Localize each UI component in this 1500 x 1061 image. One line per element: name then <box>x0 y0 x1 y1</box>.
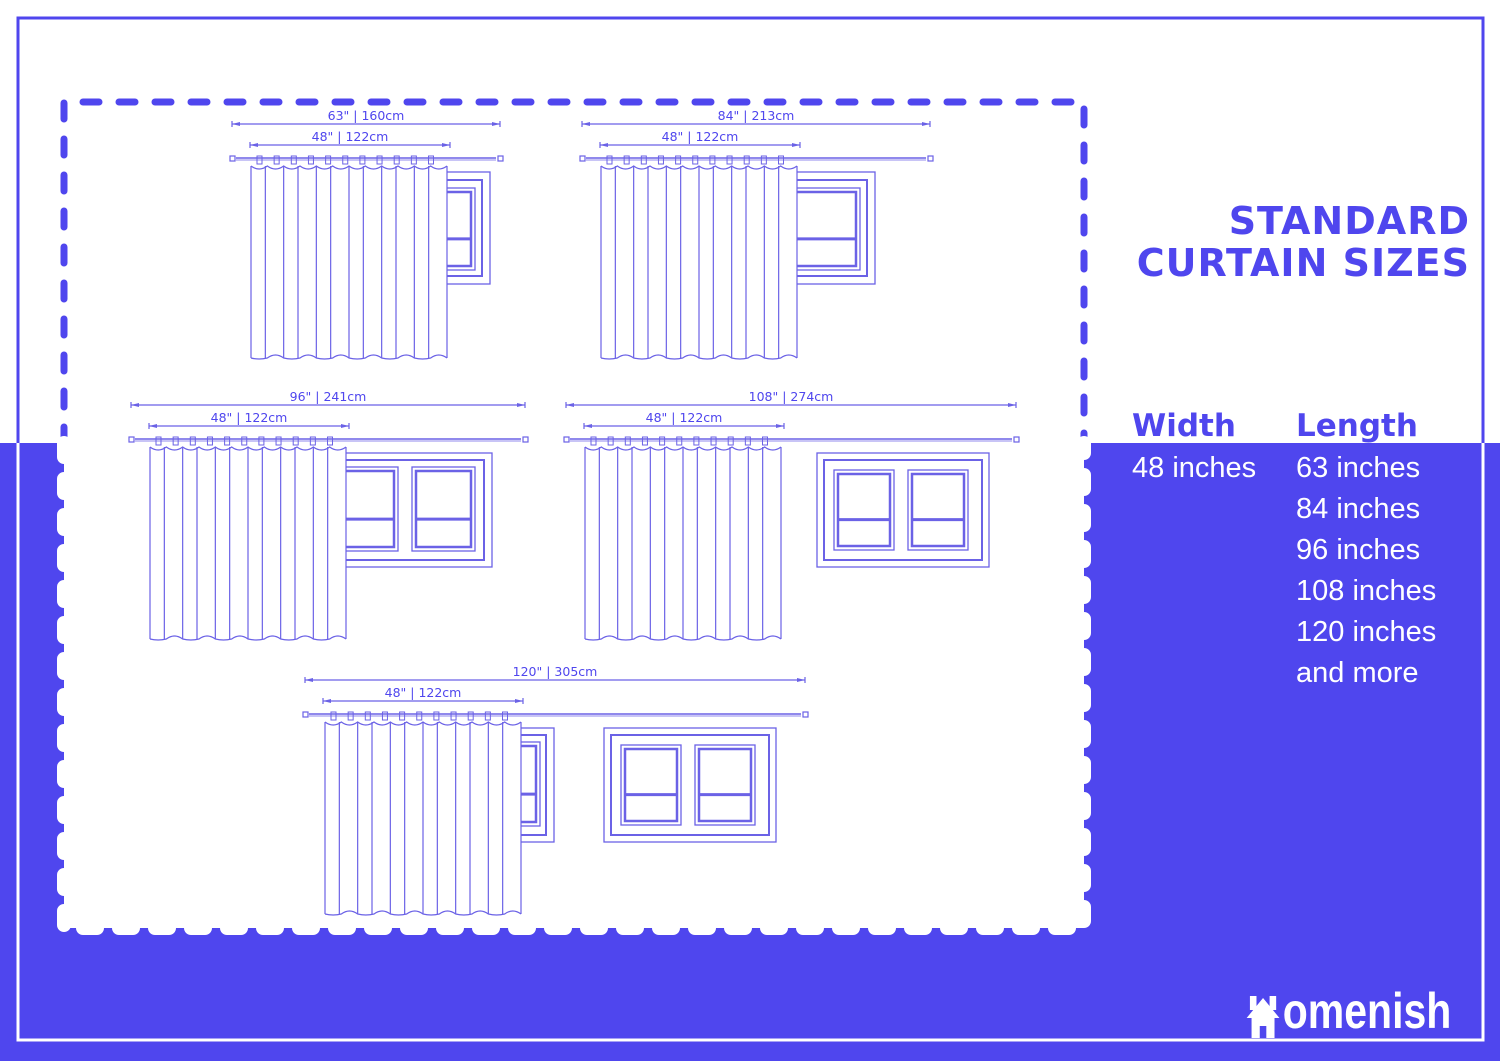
title-line-1: STANDARD <box>1228 199 1470 243</box>
background-layout: 63" | 160cm 48" | 122cm 84" | 213cm 48" | 1… <box>0 16 1500 1061</box>
rod-dimension-label: 96" | 241cm <box>290 389 367 404</box>
length-value: 108 inches <box>1296 575 1437 607</box>
panel-dimension-label: 48" | 122cm <box>211 410 288 425</box>
house-icon <box>1246 996 1280 1038</box>
width-values: 48 inches <box>1132 448 1256 489</box>
panel-dimension-label: 48" | 122cm <box>312 129 389 144</box>
title-line-2: CURTAIN SIZES <box>1136 241 1470 285</box>
panel-dimension-label: 48" | 122cm <box>662 129 739 144</box>
length-value: 63 inches <box>1296 452 1421 484</box>
rod-dimension-label: 63" | 160cm <box>328 108 405 123</box>
length-value: and more <box>1296 657 1419 689</box>
rod-dimension-label: 108" | 274cm <box>749 389 834 404</box>
length-values: 63 inches 84 inches 96 inches 108 inches… <box>1296 448 1436 694</box>
rod-dimension-label: 84" | 213cm <box>718 108 795 123</box>
brand-logo: omenish <box>1245 982 1451 1040</box>
length-value: 120 inches <box>1296 616 1437 648</box>
width-value: 48 inches <box>1132 452 1257 484</box>
page-title: STANDARD CURTAIN SIZES <box>1137 200 1470 284</box>
length-header: Length <box>1296 408 1418 444</box>
brand-name: omenish <box>1282 983 1452 1039</box>
rod-dimension-label: 120" | 305cm <box>513 664 598 679</box>
length-value: 84 inches <box>1296 493 1421 525</box>
length-value: 96 inches <box>1296 534 1421 566</box>
panel-dimension-label: 48" | 122cm <box>646 410 723 425</box>
width-header: Width <box>1132 408 1236 444</box>
panel-dimension-label: 48" | 122cm <box>385 685 462 700</box>
